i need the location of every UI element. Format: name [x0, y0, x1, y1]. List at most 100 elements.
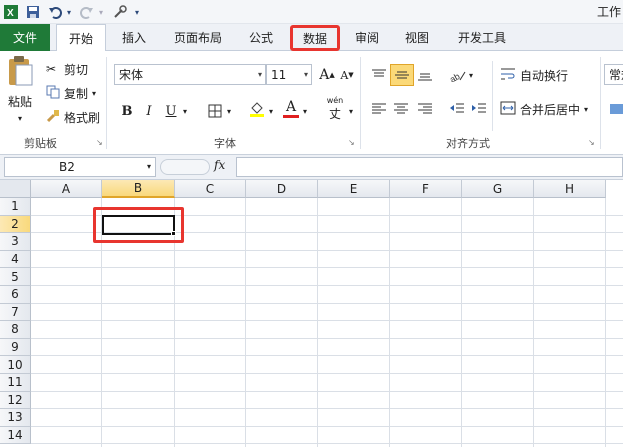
underline-button[interactable]: U: [160, 101, 182, 121]
row-header-12[interactable]: 12: [0, 391, 31, 410]
wrap-text-icon: [500, 67, 520, 84]
column-header-e[interactable]: E: [318, 180, 390, 198]
column-header-c[interactable]: C: [175, 180, 246, 198]
gridline-horizontal: [31, 425, 623, 427]
accounting-icon[interactable]: [606, 99, 623, 119]
ribbon-home: 粘贴 ▾ ✂ 剪切 复制 ▾ 格式刷 剪贴板 ↘ 宋体 ▾ 11 ▾ A ▲ A ▼…: [0, 51, 623, 155]
cut-label: 剪切: [64, 62, 89, 77]
align-top-icon[interactable]: [368, 65, 390, 85]
font-color-button[interactable]: A: [280, 98, 302, 118]
tab-review[interactable]: 审阅: [346, 24, 388, 51]
gridline-horizontal: [31, 390, 623, 392]
increase-indent-icon[interactable]: [468, 99, 490, 119]
select-all-corner[interactable]: [0, 180, 31, 198]
phonetic-icon: 丈: [328, 107, 341, 121]
underline-dropdown-icon[interactable]: ▾: [180, 101, 190, 121]
paste-button[interactable]: 粘贴 ▾: [4, 55, 36, 131]
cut-button[interactable]: ✂ 剪切: [46, 59, 88, 79]
row-header-4[interactable]: 4: [0, 250, 31, 269]
orientation-dropdown-icon[interactable]: ▾: [466, 65, 476, 85]
column-header-h[interactable]: H: [534, 180, 606, 198]
shrink-font-button[interactable]: A ▼: [336, 65, 358, 85]
row-header-14[interactable]: 14: [0, 426, 31, 445]
row-header-3[interactable]: 3: [0, 233, 31, 251]
column-header-f[interactable]: F: [390, 180, 462, 198]
row-header-13[interactable]: 13: [0, 409, 31, 427]
tools-icon[interactable]: [110, 3, 130, 21]
phonetic-button[interactable]: wén 丈: [322, 96, 348, 121]
phonetic-dropdown-icon[interactable]: ▾: [346, 101, 356, 121]
chevron-down-icon: ▾: [146, 162, 151, 171]
tab-formulas[interactable]: 公式: [238, 24, 284, 51]
font-launcher-icon[interactable]: ↘: [348, 138, 355, 147]
undo-icon[interactable]: [46, 3, 64, 21]
undo-dropdown-icon[interactable]: ▾: [64, 3, 74, 21]
align-left-icon[interactable]: [368, 99, 390, 119]
name-box[interactable]: B2 ▾: [4, 157, 156, 177]
tab-data[interactable]: 数据: [290, 25, 340, 51]
font-size-select[interactable]: 11 ▾: [266, 64, 312, 85]
column-header-b[interactable]: B: [102, 180, 175, 198]
align-right-icon[interactable]: [414, 99, 436, 119]
align-middle-icon[interactable]: [390, 64, 414, 86]
borders-icon[interactable]: [204, 101, 226, 121]
tab-developer[interactable]: 开发工具: [448, 24, 516, 51]
customize-icon[interactable]: ▾: [132, 3, 142, 21]
borders-dropdown-icon[interactable]: ▾: [224, 101, 234, 121]
font-color-swatch: [283, 114, 299, 118]
copy-button[interactable]: 复制 ▾: [46, 83, 96, 103]
italic-button[interactable]: I: [138, 101, 160, 121]
tab-view[interactable]: 视图: [396, 24, 438, 51]
number-format-select[interactable]: 常规: [604, 64, 623, 85]
font-group-label: 字体: [214, 137, 236, 150]
font-name-select[interactable]: 宋体 ▾: [114, 64, 266, 85]
copy-icon: [46, 85, 64, 102]
fill-color-icon[interactable]: [246, 99, 268, 119]
row-header-1[interactable]: 1: [0, 198, 31, 216]
formula-input[interactable]: [236, 157, 623, 177]
align-bottom-icon[interactable]: [414, 65, 436, 85]
gridline-vertical: [605, 198, 606, 447]
row-header-8[interactable]: 8: [0, 321, 31, 339]
worksheet-grid[interactable]: ABCDEFGH 1 2 3 4 5 6 7 8 9 10 11 12 13 14: [0, 180, 623, 447]
gridline-vertical: [461, 198, 462, 447]
formula-bar-splitter[interactable]: [160, 159, 210, 175]
font-color-label: A: [285, 98, 297, 115]
row-header-10[interactable]: 10: [0, 356, 31, 374]
gridline-horizontal: [31, 443, 623, 445]
row-header-7[interactable]: 7: [0, 303, 31, 322]
clipboard-launcher-icon[interactable]: ↘: [96, 138, 103, 147]
row-header-6[interactable]: 6: [0, 286, 31, 304]
redo-icon[interactable]: [78, 3, 96, 21]
column-header-d[interactable]: D: [246, 180, 318, 198]
tab-home[interactable]: 开始: [56, 24, 106, 52]
row-header-9[interactable]: 9: [0, 338, 31, 357]
align-center-icon[interactable]: [390, 99, 412, 119]
row-header-11[interactable]: 11: [0, 374, 31, 392]
decrease-indent-icon[interactable]: [446, 99, 468, 119]
font-color-dropdown-icon[interactable]: ▾: [300, 101, 310, 121]
merge-dropdown-icon[interactable]: ▾: [584, 105, 588, 114]
row-header-5[interactable]: 5: [0, 268, 31, 286]
fill-color-dropdown-icon[interactable]: ▾: [266, 101, 276, 121]
tab-insert[interactable]: 插入: [112, 24, 156, 51]
tab-page-layout[interactable]: 页面布局: [166, 24, 230, 51]
grow-font-button[interactable]: A ▲: [316, 65, 338, 85]
row-header-2[interactable]: 2: [0, 215, 31, 234]
merge-center-button[interactable]: 合并后居中 ▾: [500, 99, 588, 119]
redo-dropdown-icon[interactable]: ▾: [96, 3, 106, 21]
gridline-vertical: [317, 198, 318, 447]
gridline-horizontal: [31, 337, 623, 339]
alignment-launcher-icon[interactable]: ↘: [588, 138, 595, 147]
column-header-a[interactable]: A: [31, 180, 102, 198]
column-header-g[interactable]: G: [462, 180, 534, 198]
copy-dropdown-icon[interactable]: ▾: [92, 89, 96, 98]
save-icon[interactable]: [24, 3, 42, 21]
wrap-text-button[interactable]: 自动换行: [500, 65, 568, 85]
bold-button[interactable]: B: [116, 101, 138, 121]
orientation-icon[interactable]: ab: [446, 65, 468, 85]
tab-file[interactable]: 文件: [0, 24, 50, 51]
insert-function-button[interactable]: fx: [214, 158, 225, 172]
gridline-horizontal: [31, 355, 623, 357]
format-painter-button[interactable]: 格式刷: [46, 107, 100, 127]
